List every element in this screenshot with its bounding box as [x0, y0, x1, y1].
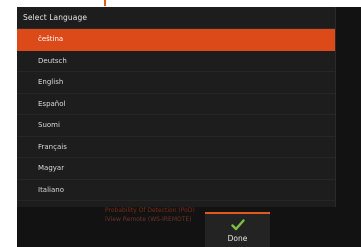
background-menu-item-pod: Probability Of Detection (PoD)	[105, 207, 195, 214]
language-item-magyar[interactable]: Magyar	[17, 158, 335, 180]
language-item-english[interactable]: English	[17, 72, 335, 94]
checkmark-icon	[230, 218, 245, 230]
language-item-italiano[interactable]: Italiano	[17, 180, 335, 201]
language-list: čeština Deutsch English Español Suomi Fr…	[17, 29, 335, 201]
language-item-deutsch[interactable]: Deutsch	[17, 51, 335, 72]
done-button[interactable]: Done	[205, 212, 270, 247]
language-item-espanol[interactable]: Español	[17, 94, 335, 115]
language-dialog: Select Language čeština Deutsch English …	[17, 7, 336, 207]
top-accent-bar	[104, 0, 106, 6]
device-screen: Probability Of Detection (PoD) iView Rem…	[17, 7, 361, 247]
done-label: Done	[227, 233, 248, 243]
dialog-title: Select Language	[23, 13, 88, 22]
language-item-francais[interactable]: Français	[17, 137, 335, 158]
dialog-header: Select Language	[17, 7, 335, 29]
language-item-cestina[interactable]: čeština	[17, 29, 335, 51]
background-menu-item-iview: iView Remote (WS-IREMOTE)	[105, 216, 192, 223]
language-item-suomi[interactable]: Suomi	[17, 115, 335, 137]
